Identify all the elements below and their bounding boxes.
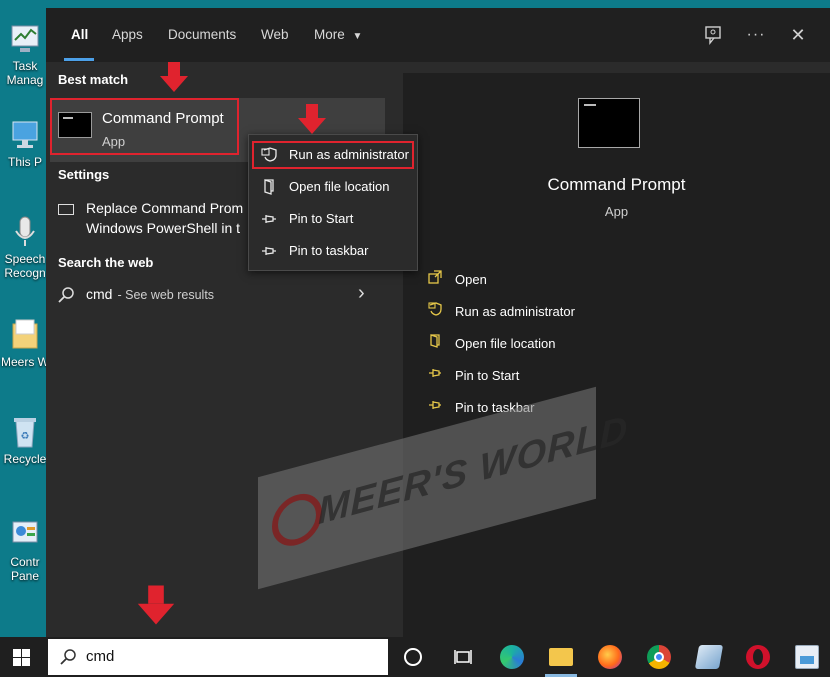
desktop-icon-control-panel[interactable]: Contr Pane (0, 518, 50, 583)
desktop-icon-task-manager[interactable]: Task Manag (0, 22, 50, 87)
context-menu-label: Open file location (289, 179, 390, 194)
arrow-down-icon (298, 104, 326, 134)
settings-result-line1: Replace Command Prom (86, 200, 244, 216)
search-tabs-bar: All Apps Documents Web More ▼ ··· ✕ (46, 8, 830, 62)
recycle-bin-icon: ♻ (10, 415, 40, 449)
search-input-value[interactable]: cmd (86, 648, 114, 665)
shield-icon (427, 301, 443, 323)
app-icon[interactable] (694, 645, 724, 669)
windows-icon[interactable] (13, 649, 30, 666)
preview-title: Command Prompt (547, 175, 686, 194)
settings-header: Settings (58, 167, 110, 182)
edge-icon[interactable] (500, 645, 524, 669)
context-menu-pin-to-start[interactable]: Pin to Start (249, 204, 417, 234)
task-manager-icon (10, 22, 40, 56)
highlight-run-as-administrator (252, 141, 414, 169)
arrow-down-icon (137, 585, 175, 625)
action-pin-to-start-label: Pin to Start (455, 368, 520, 383)
web-result[interactable]: cmd - See web results › (46, 282, 390, 308)
context-menu-label: Pin to taskbar (289, 243, 369, 258)
monitor-icon (58, 204, 74, 215)
pin-icon (427, 397, 443, 419)
action-run-as-administrator-label: Run as administrator (455, 304, 575, 319)
search-icon (60, 648, 78, 671)
preview-subtitle: App (604, 204, 629, 219)
desktop-icon-meers-world[interactable]: Meers W (0, 318, 50, 369)
highlight-best-match (50, 98, 239, 155)
context-menu-pin-to-taskbar[interactable]: Pin to taskbar (249, 236, 417, 266)
opera-icon[interactable] (746, 645, 770, 669)
tab-more[interactable]: More ▼ (314, 27, 362, 42)
pin-icon (427, 365, 443, 387)
arrow-down-icon (160, 62, 188, 92)
computer-icon (10, 118, 40, 152)
taskbar: cmd (0, 637, 830, 677)
microphone-icon (10, 215, 40, 249)
chevron-right-icon[interactable]: › (358, 282, 365, 305)
desktop-icon-speech-recognition[interactable]: Speech Recogn (0, 215, 50, 280)
close-icon[interactable]: ✕ (788, 25, 808, 45)
action-open-file-location-label: Open file location (455, 336, 556, 351)
active-tab-indicator (64, 58, 94, 61)
taskbar-search-box[interactable]: cmd (48, 639, 388, 675)
preview-pane: Command Prompt App Open Run as administr… (403, 73, 830, 637)
web-result-query: cmd (86, 286, 113, 302)
desktop-icon-label: Speech Recogn (4, 252, 46, 280)
tab-more-label: More (314, 27, 345, 42)
file-explorer-icon[interactable] (549, 648, 573, 666)
action-open-label: Open (455, 272, 487, 287)
desktop-icon-label: This P (7, 155, 42, 169)
folder-icon (10, 318, 40, 352)
cortana-icon[interactable] (404, 648, 422, 666)
chevron-down-icon: ▼ (352, 31, 363, 42)
desktop-icon-label: Contr Pane (10, 555, 40, 583)
desktop-icon-label: Meers W (1, 355, 49, 369)
context-menu-label: Pin to Start (289, 211, 354, 226)
tab-apps[interactable]: Apps (112, 27, 143, 42)
paint-icon[interactable] (795, 645, 819, 669)
watermark-logo (272, 488, 322, 552)
chrome-icon[interactable] (647, 645, 671, 669)
pin-icon (261, 236, 277, 277)
desktop-icon-this-pc[interactable]: This P (0, 118, 50, 169)
firefox-icon[interactable] (598, 645, 622, 669)
task-view-icon[interactable] (452, 645, 476, 669)
best-match-header: Best match (58, 72, 129, 87)
tab-web[interactable]: Web (261, 27, 289, 42)
folder-icon (427, 333, 443, 355)
context-menu-open-file-location[interactable]: Open file location (249, 172, 417, 202)
more-options-icon[interactable]: ··· (746, 25, 766, 45)
feedback-icon[interactable] (704, 25, 724, 45)
svg-text:♻: ♻ (21, 431, 30, 442)
desktop-icon-label: Recycle (3, 452, 47, 466)
control-panel-icon (10, 518, 40, 552)
desktop-icon-label: Task Manag (6, 59, 44, 87)
tab-documents[interactable]: Documents (168, 27, 236, 42)
web-result-suffix: - See web results (114, 288, 215, 302)
open-icon (427, 269, 443, 291)
search-icon (58, 286, 76, 309)
command-prompt-large-icon (578, 98, 640, 148)
settings-result-line2: Windows PowerShell in t (86, 220, 241, 236)
search-web-header: Search the web (58, 255, 154, 270)
settings-result[interactable]: Replace Command Prom Windows PowerShell … (46, 198, 246, 242)
tab-all[interactable]: All (71, 27, 88, 42)
desktop-icon-recycle-bin[interactable]: ♻ Recycle (0, 415, 50, 466)
